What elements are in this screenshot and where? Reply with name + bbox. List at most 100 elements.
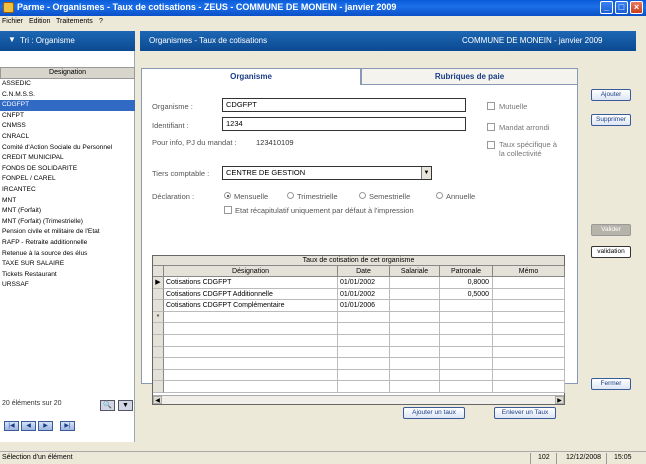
grid-cell[interactable]: Cotisations CDGFPT Additionnelle (164, 288, 338, 301)
ajouter-button[interactable]: Ajouter (591, 89, 631, 101)
identifiant-field[interactable]: 1234 (222, 117, 466, 131)
grid-cell[interactable] (338, 381, 390, 393)
menu-edition[interactable]: Edition (29, 18, 50, 25)
grid-cell[interactable] (493, 358, 565, 370)
grid-cell[interactable] (338, 335, 390, 347)
radio-annuelle[interactable] (436, 192, 443, 199)
list-item[interactable]: CNFPT (0, 111, 135, 122)
grid-cell[interactable]: 01/01/2006 (338, 300, 390, 312)
grid-cell[interactable]: 01/01/2002 (338, 288, 390, 301)
menu-traitements[interactable]: Traitements (56, 18, 93, 25)
row-selector[interactable] (153, 358, 164, 370)
grid-cell[interactable] (493, 335, 565, 347)
grid-cell[interactable] (338, 346, 390, 359)
mandat-arrondi-checkbox[interactable] (487, 123, 495, 131)
grid-cell[interactable] (390, 323, 440, 335)
grid-cell[interactable] (440, 369, 493, 382)
grid-cell[interactable]: 0,5000 (440, 288, 493, 301)
list-item[interactable]: ASSEDIC (0, 79, 135, 90)
grid-cell[interactable] (440, 300, 493, 312)
list-item[interactable]: TAXE SUR SALAIRE (0, 259, 135, 270)
menu-help[interactable]: ? (99, 18, 103, 25)
row-selector[interactable]: * (153, 311, 164, 324)
last-record-icon[interactable]: ▶| (60, 421, 75, 431)
close-button[interactable]: × (630, 1, 643, 14)
row-selector[interactable] (153, 369, 164, 382)
horizontal-scrollbar[interactable]: ◀ ▶ (153, 395, 564, 404)
row-selector[interactable] (153, 335, 164, 347)
sort-header[interactable]: ▼ Tri : Organisme (0, 31, 135, 51)
grid-cell[interactable] (390, 381, 440, 393)
grid-cell[interactable] (164, 335, 338, 347)
list-item[interactable]: Retenue à la source des élus (0, 249, 135, 260)
grid-col-date[interactable]: Date (338, 266, 390, 277)
grid-cell[interactable] (493, 323, 565, 335)
next-record-icon[interactable]: ▶ (38, 421, 53, 431)
list-item[interactable]: Tickets Restaurant (0, 270, 135, 281)
grid-cell[interactable] (338, 358, 390, 370)
search-icon[interactable]: 🔍 (100, 400, 115, 411)
grid-cell[interactable] (390, 277, 440, 289)
list-item[interactable]: RAFP - Retraite additionnelle (0, 238, 135, 249)
grid-cell[interactable] (493, 369, 565, 382)
fermer-button[interactable]: Fermer (591, 378, 631, 390)
enlever-taux-button[interactable]: Enlever un Taux (494, 407, 556, 419)
grid-cell[interactable] (440, 381, 493, 393)
previous-record-icon[interactable]: ◀ (21, 421, 36, 431)
row-selector[interactable] (153, 300, 164, 312)
list-item[interactable]: Pension civile et militaire de l'Etat (0, 227, 135, 238)
grid-cell[interactable] (338, 311, 390, 324)
grid-cell[interactable] (493, 381, 565, 393)
grid-cell[interactable] (164, 346, 338, 359)
list-item[interactable]: FONPEL / CAREL (0, 174, 135, 185)
scroll-right-icon[interactable]: ▶ (555, 396, 564, 404)
ajouter-taux-button[interactable]: Ajouter un taux (403, 407, 465, 419)
scroll-left-icon[interactable]: ◀ (153, 396, 162, 404)
grid-cell[interactable] (440, 346, 493, 359)
row-selector[interactable] (153, 323, 164, 335)
chevron-down-icon[interactable]: ▼ (421, 167, 431, 179)
grid-cell[interactable] (338, 323, 390, 335)
grid-cell[interactable] (390, 369, 440, 382)
row-selector[interactable] (153, 381, 164, 393)
organisme-field[interactable]: CDGFPT (222, 98, 466, 112)
list-item[interactable]: CREDIT MUNICIPAL (0, 153, 135, 164)
tab-organisme[interactable]: Organisme (141, 68, 361, 85)
grid-cell[interactable] (164, 311, 338, 324)
radio-trimestrielle[interactable] (287, 192, 294, 199)
list-item[interactable]: Comité d'Action Sociale du Personnel (0, 143, 135, 154)
grid-cell[interactable] (440, 358, 493, 370)
list-column-header[interactable]: Designation (0, 67, 135, 79)
minimize-button[interactable]: _ (600, 1, 613, 14)
etat-recapitulatif-checkbox[interactable] (224, 206, 232, 214)
grid-cell[interactable] (164, 381, 338, 393)
validation-button[interactable]: validation (591, 246, 631, 258)
grid-cell[interactable] (493, 300, 565, 312)
list-item[interactable]: CDGFPT (0, 100, 135, 111)
grid-cell[interactable] (493, 346, 565, 359)
grid-cell[interactable] (440, 323, 493, 335)
grid-cell[interactable] (338, 369, 390, 382)
valider-button[interactable]: Valider (591, 224, 631, 236)
grid-col-designation[interactable]: Désignation (164, 266, 338, 277)
grid-cell[interactable] (493, 311, 565, 324)
grid-cell[interactable] (164, 369, 338, 382)
grid-cell[interactable]: Cotisations CDGFPT (164, 277, 338, 289)
grid-cell[interactable] (390, 311, 440, 324)
grid-cell[interactable] (440, 311, 493, 324)
mutuelle-checkbox[interactable] (487, 102, 495, 110)
taux-specifique-checkbox[interactable] (487, 141, 495, 149)
list-item[interactable]: C.N.M.S.S. (0, 90, 135, 101)
menu-fichier[interactable]: Fichier (2, 18, 23, 25)
list-item[interactable]: URSSAF (0, 280, 135, 291)
grid-cell[interactable] (390, 300, 440, 312)
tab-rubriques-de-paie[interactable]: Rubriques de paie (361, 68, 578, 84)
grid-cell[interactable] (493, 288, 565, 301)
list-item[interactable]: MNT (Forfait) (0, 206, 135, 217)
grid-col-patronale[interactable]: Patronale (440, 266, 493, 277)
maximize-button[interactable]: □ (615, 1, 628, 14)
row-selector[interactable] (153, 346, 164, 359)
row-selector[interactable]: ▶ (153, 277, 164, 289)
radio-mensuelle[interactable] (224, 192, 231, 199)
supprimer-button[interactable]: Supprimer (591, 114, 631, 126)
